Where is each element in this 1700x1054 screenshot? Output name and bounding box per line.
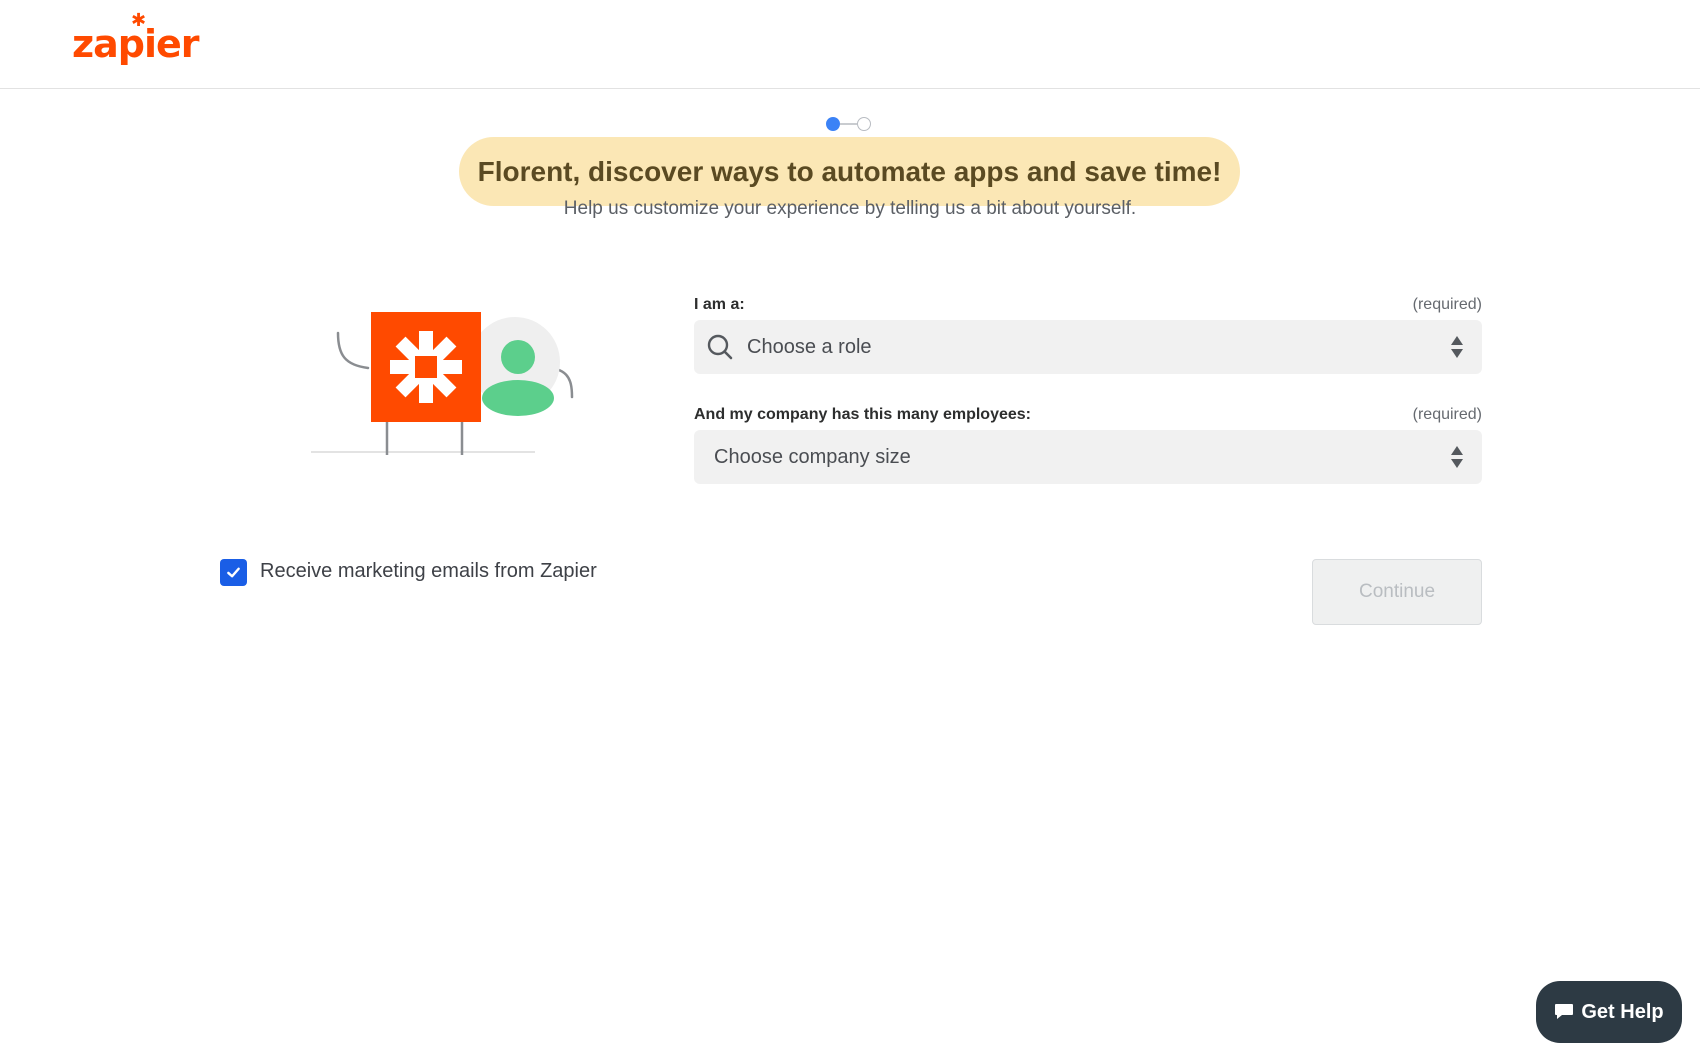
marketing-emails-checkbox[interactable] <box>220 559 247 586</box>
company-size-placeholder: Choose company size <box>714 445 911 468</box>
progress-stepper <box>826 116 874 132</box>
role-select-placeholder: Choose a role <box>747 335 872 358</box>
company-size-label: And my company has this many employees: <box>694 406 1031 423</box>
get-help-label: Get Help <box>1581 1000 1664 1023</box>
continue-button[interactable]: Continue <box>1312 559 1482 625</box>
marketing-emails-label[interactable]: Receive marketing emails from Zapier <box>260 560 597 583</box>
company-size-required-hint: (required) <box>1412 406 1482 423</box>
role-label: I am a: <box>694 296 745 313</box>
zapier-asterisk-icon <box>390 331 462 403</box>
role-select[interactable]: Choose a role <box>694 320 1482 374</box>
zapier-logo[interactable]: zapier ✱ <box>72 10 199 66</box>
onboarding-illustration <box>311 312 574 455</box>
company-size-select[interactable]: Choose company size <box>694 430 1482 484</box>
user-head-icon <box>501 340 535 374</box>
search-icon <box>707 334 733 360</box>
step-2-indicator <box>857 117 871 131</box>
user-body-icon <box>482 380 554 416</box>
step-1-indicator <box>826 117 840 131</box>
left-arm <box>336 331 370 370</box>
onboarding-page: zapier ✱ Florent, discover ways to autom… <box>0 0 1700 1054</box>
chat-bubble-icon <box>1555 1004 1574 1019</box>
logo-asterisk-icon: ✱ <box>131 10 147 30</box>
get-help-button[interactable]: Get Help <box>1536 981 1682 1043</box>
welcome-headline: Florent, discover ways to automate apps … <box>459 137 1240 206</box>
welcome-subtitle: Help us customize your experience by tel… <box>563 198 1137 219</box>
top-header: zapier ✱ <box>0 0 1700 89</box>
role-required-hint: (required) <box>1412 296 1482 313</box>
select-arrows-icon <box>1451 336 1463 358</box>
select-arrows-icon <box>1451 446 1463 468</box>
checkmark-icon <box>227 567 240 578</box>
stepper-connector <box>840 123 857 125</box>
